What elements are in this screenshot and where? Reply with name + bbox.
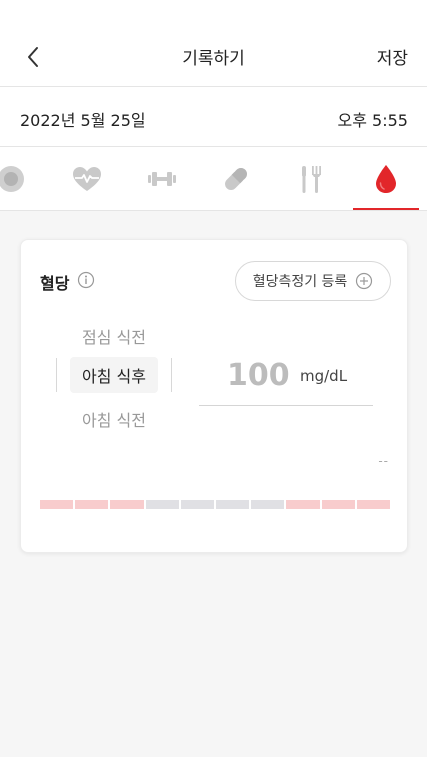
tab-exercise[interactable] — [139, 148, 185, 210]
header: 기록하기 저장 — [0, 30, 427, 86]
glucose-value-input[interactable]: 100 — [227, 358, 290, 393]
blood-drop-icon — [376, 165, 396, 193]
record-time[interactable]: 오후 5:55 — [338, 107, 408, 131]
tab-blood-sugar[interactable] — [361, 148, 411, 210]
glucose-unit: mg/dL — [300, 367, 348, 385]
tab-heart[interactable] — [64, 148, 110, 210]
fork-knife-icon — [302, 166, 321, 193]
datetime-row: 2022년 5월 25일 오후 5:55 — [0, 88, 427, 146]
picker-right-line — [171, 358, 172, 392]
timing-option-before-lunch[interactable]: 점심 식전 — [70, 324, 158, 348]
range-segment — [321, 500, 355, 509]
header-divider — [0, 86, 427, 87]
timing-option-before-breakfast[interactable]: 아침 식전 — [70, 407, 158, 431]
dumbbell-icon — [148, 172, 176, 186]
timing-option-selected[interactable]: 아침 식후 — [70, 357, 158, 393]
register-meter-label: 혈당측정기 등록 — [252, 274, 348, 290]
range-segment — [216, 500, 250, 509]
tab-medication[interactable] — [213, 148, 259, 210]
glucose-range-bar — [40, 500, 391, 509]
record-page: 기록하기 저장 2022년 5월 25일 오후 5:55 혈당 혈당측정기 등록… — [0, 0, 427, 757]
tab-circle-record[interactable] — [0, 148, 26, 210]
blood-sugar-card: 혈당 혈당측정기 등록 점심 식전 아침 식후 아침 식전 100 mg/dL — [20, 239, 408, 553]
range-segment — [180, 500, 215, 509]
heart-pulse-icon — [73, 167, 101, 191]
page-title: 기록하기 — [182, 49, 245, 69]
circle-record-icon — [0, 166, 24, 192]
category-tabs — [0, 148, 427, 210]
value-underline — [199, 405, 373, 406]
range-segment — [40, 500, 74, 509]
range-label: -- — [378, 454, 389, 468]
card-title: 혈당 — [40, 274, 70, 293]
record-date[interactable]: 2022년 5월 25일 — [20, 107, 146, 131]
range-segment — [286, 500, 320, 509]
range-segment — [145, 500, 179, 509]
info-icon — [77, 271, 95, 289]
register-meter-button[interactable]: 혈당측정기 등록 — [235, 261, 391, 301]
tabs-divider — [0, 210, 427, 211]
range-segment — [75, 500, 109, 509]
range-segment — [251, 500, 285, 509]
tab-meal[interactable] — [288, 148, 334, 210]
pill-icon — [225, 168, 247, 190]
plus-circle-icon — [356, 272, 373, 290]
range-segment — [356, 500, 391, 509]
info-button[interactable] — [77, 271, 95, 293]
picker-left-line — [56, 358, 57, 392]
save-button[interactable]: 저장 — [377, 44, 408, 69]
range-segment — [110, 500, 144, 509]
datetime-divider — [0, 146, 427, 147]
